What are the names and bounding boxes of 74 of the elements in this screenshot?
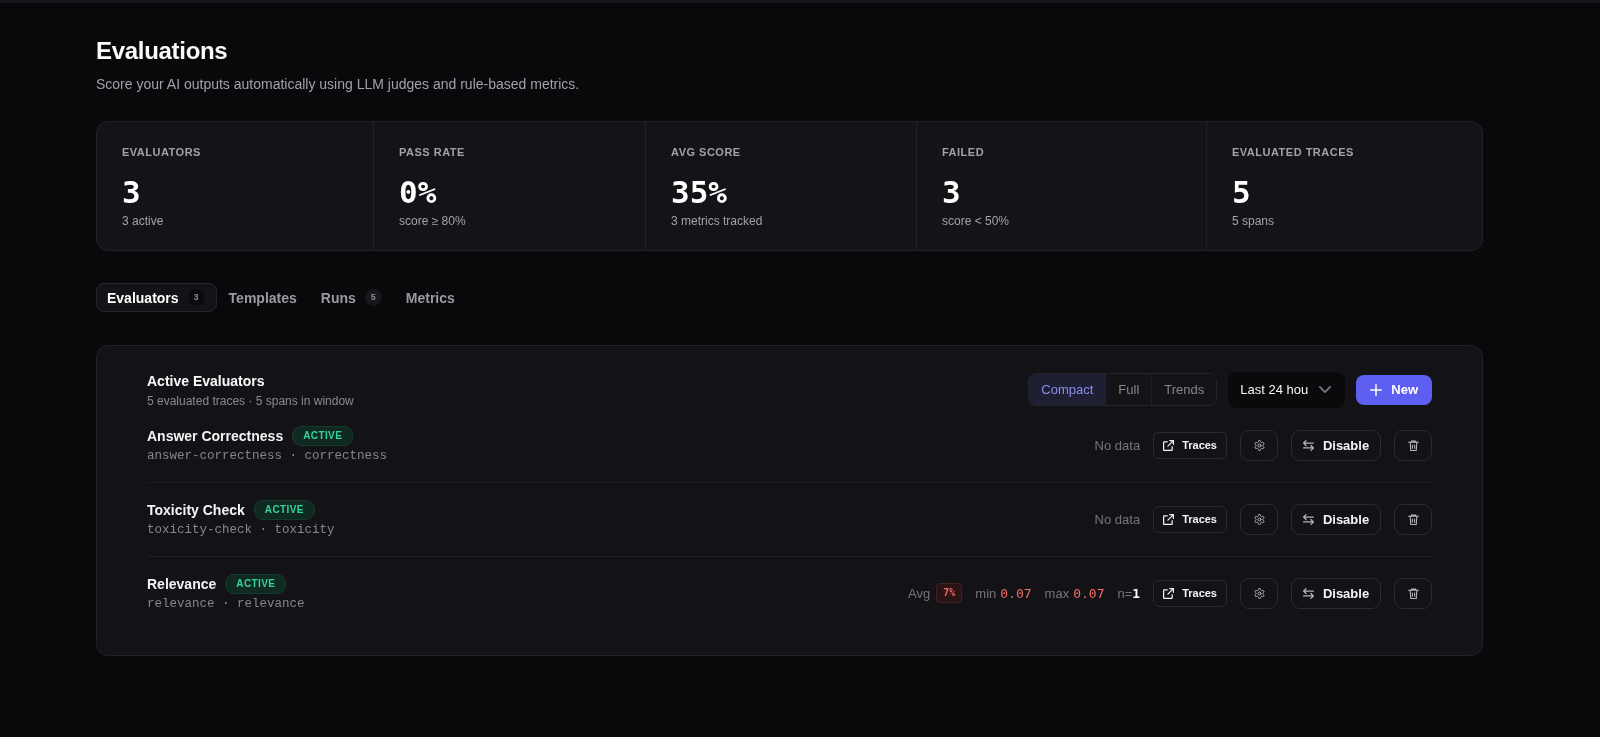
min-value: 0.07 [1000,585,1032,601]
settings-button[interactable] [1240,577,1278,609]
swap-arrows-icon [1302,513,1314,525]
evaluator-key: relevance · relevance [147,596,305,612]
stat-caption: 5 spans [1232,213,1276,229]
stat-value: 3 [122,174,142,210]
stat-label: EVALUATORS [122,145,202,159]
stat-caption: 3 active [122,213,165,229]
stat-label: FAILED [942,145,986,159]
stat-caption: score ≥ 80% [399,213,467,229]
swap-arrows-icon [1302,587,1314,599]
evaluator-name: Relevance [147,575,217,594]
avg-label: Avg [908,585,931,601]
sample-count: n=1 [1117,585,1141,601]
settings-button[interactable] [1240,429,1278,461]
new-button[interactable]: New [1356,374,1432,405]
evaluator-key: toxicity-check · toxicity [147,522,335,538]
delete-button[interactable] [1394,429,1432,461]
status-pill: ACTIVE [292,426,354,446]
trash-icon [1407,439,1419,451]
panel-subtitle: 5 evaluated traces · 5 spans in window [147,392,354,409]
evaluator-name: Toxicity Check [147,501,245,520]
tab-count: 5 [364,289,382,306]
stat-value: 35% [671,174,728,210]
view-mode-option[interactable]: Full [1105,374,1152,405]
status-pill: ACTIVE [225,574,287,594]
external-link-icon [1163,439,1175,451]
external-link-icon [1163,513,1175,525]
stat-label: AVG SCORE [671,145,742,159]
stat-value: 0% [399,174,438,210]
delete-button[interactable] [1394,577,1432,609]
evaluator-name: Answer Correctness [147,427,284,446]
disable-button[interactable]: Disable [1291,429,1381,461]
stat-label: EVALUATED TRACES [1232,145,1355,159]
settings-icon [1253,587,1265,599]
status-pill: ACTIVE [253,500,315,520]
settings-icon [1253,513,1265,525]
view-mode-option[interactable]: Trends [1151,374,1217,405]
traces-button[interactable]: Traces [1153,431,1227,459]
stat-value: 5 [1232,174,1252,210]
traces-button[interactable]: Traces [1153,579,1227,607]
traces-button[interactable]: Traces [1153,505,1227,533]
stat-caption: score < 50% [942,213,1011,229]
swap-arrows-icon [1302,439,1314,451]
external-link-icon [1163,587,1175,599]
panel-title: Active Evaluators [147,371,266,391]
page-subtitle: Score your AI outputs automatically using LLM judges and rule-based metrics. [96,75,581,94]
chevron-down-icon [1319,386,1332,393]
max-value: 0.07 [1073,585,1105,601]
tab[interactable]: Metrics [394,283,467,312]
page-title: Evaluations [96,36,229,66]
tab[interactable]: Templates [217,283,309,312]
disable-button[interactable]: Disable [1291,503,1381,535]
stat-label: PASS RATE [399,145,466,159]
stat-caption: 3 metrics tracked [671,213,764,229]
tab[interactable]: Runs 5 [309,283,394,312]
no-data-label: No data [1094,511,1141,527]
settings-button[interactable] [1240,503,1278,535]
view-mode-option[interactable]: Compact [1029,374,1106,405]
evaluator-key: answer-correctness · correctness [147,448,388,464]
settings-icon [1253,439,1265,451]
max-label: max [1044,585,1070,601]
avg-score: 7% [936,583,963,603]
disable-button[interactable]: Disable [1291,577,1381,609]
trash-icon [1407,587,1419,599]
min-label: min [975,585,997,601]
delete-button[interactable] [1394,503,1432,535]
plus-icon [1370,383,1383,396]
no-data-label: No data [1094,437,1141,453]
tab[interactable]: Evaluators 3 [96,283,217,312]
tab-count: 3 [187,289,205,306]
trash-icon [1407,513,1419,525]
stat-value: 3 [942,174,962,210]
time-range-dropdown[interactable]: Last 24 hou [1227,370,1347,409]
